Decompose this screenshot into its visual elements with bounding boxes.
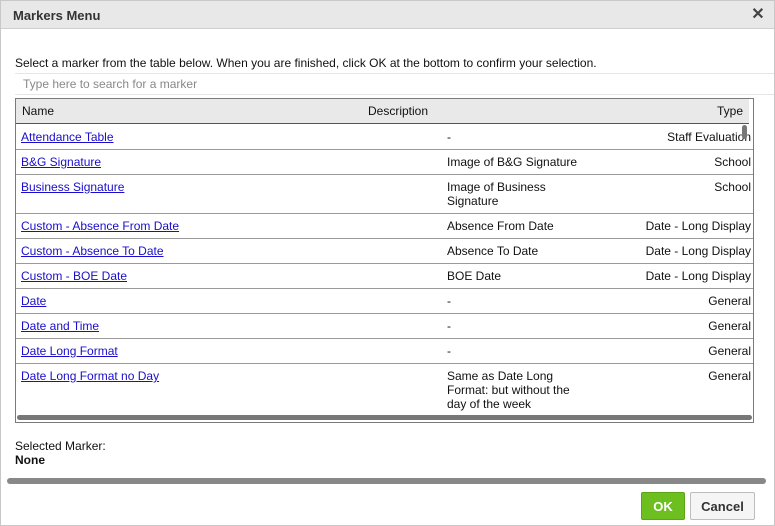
marker-type: Staff Evaluation [667,130,751,144]
marker-description: - [447,319,451,333]
column-header-name[interactable]: Name [22,104,54,118]
marker-link[interactable]: Date and Time [21,319,99,333]
marker-search-input[interactable] [15,73,774,95]
close-icon[interactable]: ✕ [748,4,768,26]
table-row[interactable]: Custom - Absence To Date Absence To Date… [16,239,753,264]
marker-type: School [714,155,751,169]
marker-description: Absence To Date [447,244,539,258]
table-row[interactable]: Date - General [16,289,753,314]
marker-link[interactable]: Date [21,294,46,308]
marker-type: General [708,344,751,358]
marker-type: School [714,180,751,194]
ok-button[interactable]: OK [641,492,685,520]
marker-description: Image of B&G Signature [447,155,578,169]
marker-description: Image of Business Signature [447,180,546,208]
marker-type: General [708,369,751,383]
marker-link[interactable]: B&G Signature [21,155,101,169]
marker-type: General [708,319,751,333]
table-vertical-scrollbar[interactable] [742,125,747,139]
table-row[interactable]: Date Long Format no Day Same as Date Lon… [16,364,753,411]
dialog-titlebar: Markers Menu ✕ [1,1,774,29]
table-horizontal-scrollbar[interactable] [17,415,752,420]
table-row[interactable]: Business Signature Image of Business Sig… [16,175,753,214]
marker-link[interactable]: Business Signature [21,180,124,194]
column-header-type[interactable]: Type [717,104,743,118]
table-row[interactable]: Date and Time - General [16,314,753,339]
dialog-title: Markers Menu [13,8,101,23]
marker-type: General [708,294,751,308]
marker-link[interactable]: Date Long Format [21,344,118,358]
marker-description: Same as Date Long Format: but without th… [447,369,570,411]
footer-divider-scrollbar[interactable] [7,478,766,484]
selected-marker-label: Selected Marker: [15,439,106,453]
column-header-description[interactable]: Description [368,104,428,118]
table-row[interactable]: Attendance Table - Staff Evaluation [16,125,753,150]
marker-type: Date - Long Display [645,269,751,283]
table-row[interactable]: Date Long Format - General [16,339,753,364]
marker-link[interactable]: Date Long Format no Day [21,369,159,383]
instructions-text: Select a marker from the table below. Wh… [15,56,597,70]
markers-table: Name Description Type Attendance Table -… [15,98,754,423]
marker-description: BOE Date [447,269,502,283]
markers-dialog: Markers Menu ✕ Select a marker from the … [0,0,775,526]
marker-link[interactable]: Custom - Absence To Date [21,244,164,258]
table-row[interactable]: Custom - BOE Date BOE Date Date - Long D… [16,264,753,289]
marker-link[interactable]: Custom - Absence From Date [21,219,179,233]
selected-marker-value: None [15,453,45,467]
marker-description: - [447,344,451,358]
cancel-button[interactable]: Cancel [690,492,755,520]
marker-description: Absence From Date [447,219,554,233]
marker-description: - [447,294,451,308]
marker-type: Date - Long Display [645,219,751,233]
table-body: Attendance Table - Staff Evaluation B&G … [16,125,753,411]
table-header: Name Description Type [16,99,749,124]
marker-type: Date - Long Display [645,244,751,258]
table-row[interactable]: B&G Signature Image of B&G Signature Sch… [16,150,753,175]
marker-link[interactable]: Attendance Table [21,130,114,144]
marker-description: - [447,130,451,144]
table-row[interactable]: Custom - Absence From Date Absence From … [16,214,753,239]
marker-link[interactable]: Custom - BOE Date [21,269,127,283]
